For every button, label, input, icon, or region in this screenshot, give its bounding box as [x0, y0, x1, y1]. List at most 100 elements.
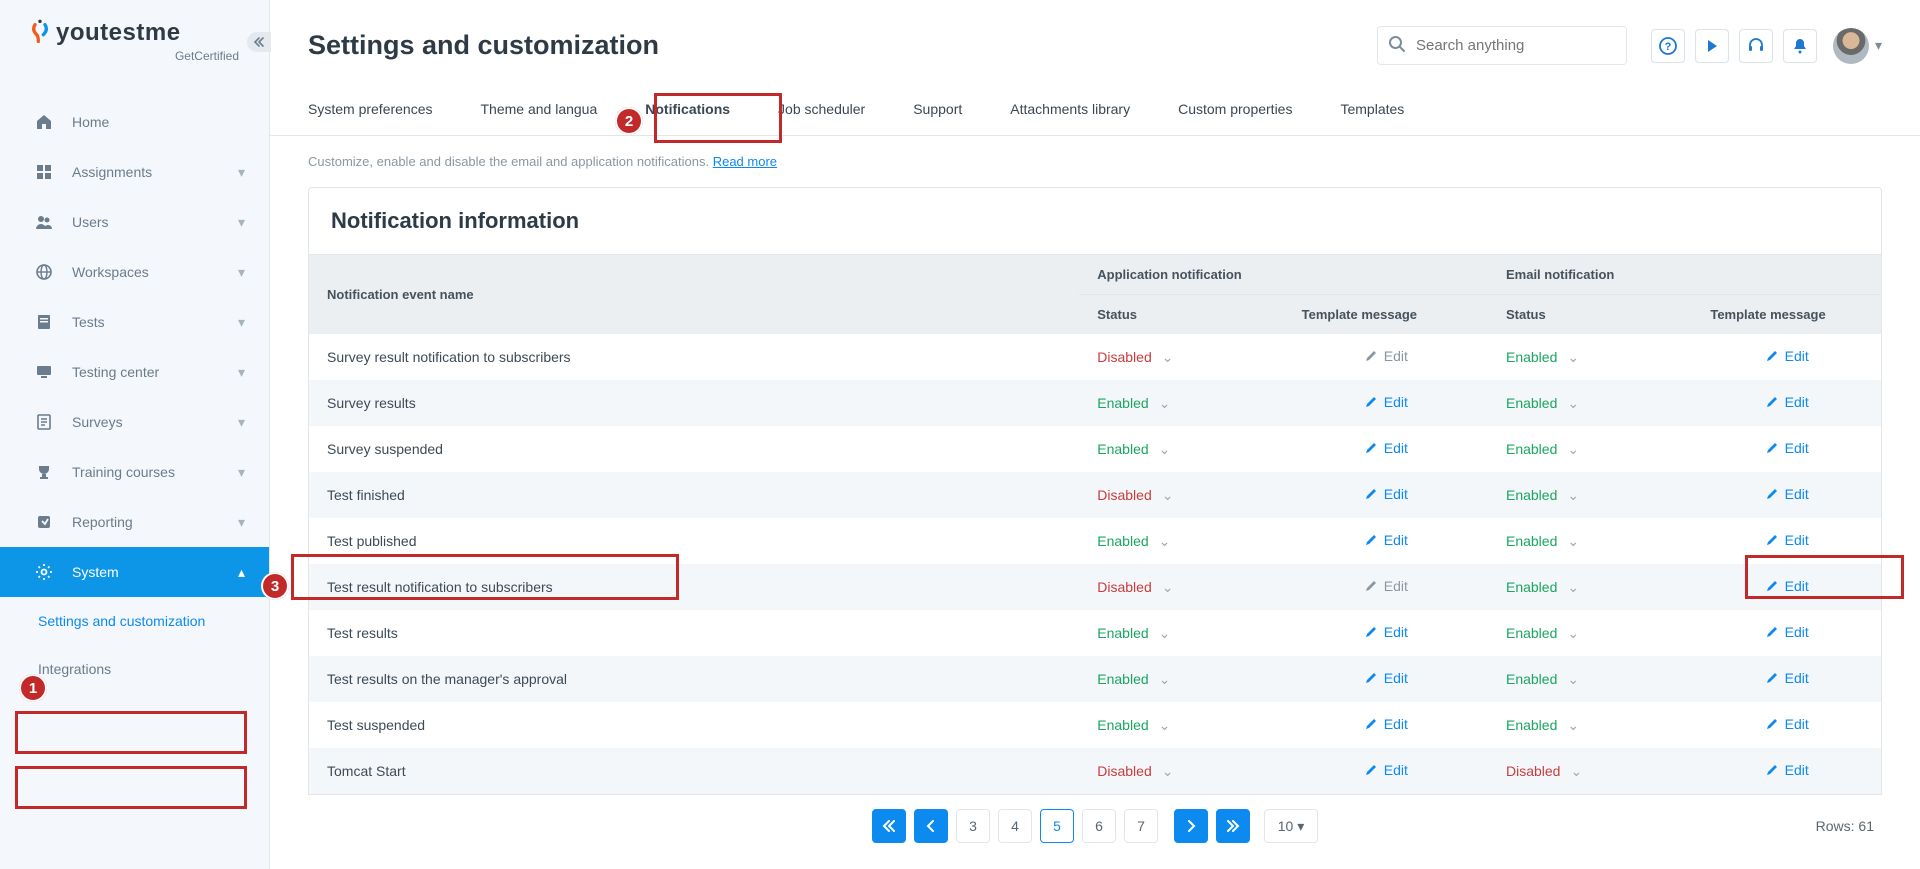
- page-size-select[interactable]: 10 ▾: [1264, 809, 1318, 843]
- app-status-dropdown[interactable]: ⌄: [1159, 717, 1171, 733]
- email-template-edit[interactable]: Edit: [1765, 624, 1809, 640]
- app-status: Enabled: [1097, 441, 1148, 457]
- email-status: Disabled: [1506, 763, 1560, 779]
- page-prev-button[interactable]: [914, 809, 948, 843]
- sidebar-item-assignments[interactable]: Assignments▾: [0, 147, 269, 197]
- sidebar-item-training-courses[interactable]: Training courses▾: [0, 447, 269, 497]
- email-template-edit[interactable]: Edit: [1765, 716, 1809, 732]
- email-status-dropdown[interactable]: ⌄: [1567, 533, 1579, 549]
- email-status-dropdown[interactable]: ⌄: [1567, 349, 1579, 365]
- email-status-dropdown[interactable]: ⌄: [1567, 487, 1579, 503]
- col-app-status: Status: [1079, 295, 1283, 335]
- globe-icon: [34, 263, 54, 281]
- tab-system-preferences[interactable]: System preferences: [308, 87, 433, 135]
- page-number-button[interactable]: 4: [998, 809, 1032, 843]
- tab-job-scheduler[interactable]: Job scheduler: [778, 87, 865, 135]
- app-template-edit[interactable]: Edit: [1364, 394, 1408, 410]
- tab-bar: System preferences Theme and langua Notifi…: [270, 87, 1920, 136]
- email-status-dropdown[interactable]: ⌄: [1570, 763, 1582, 779]
- app-status-dropdown[interactable]: ⌄: [1162, 349, 1174, 365]
- email-template-edit[interactable]: Edit: [1765, 394, 1809, 410]
- chevron-down-icon: ▾: [238, 314, 245, 331]
- sidebar-item-settings-and-customization[interactable]: Settings and customization: [0, 597, 269, 645]
- app-template-edit[interactable]: Edit: [1364, 532, 1408, 548]
- table-row: Tomcat StartDisabled⌄EditDisabled⌄Edit: [309, 748, 1881, 794]
- user-menu-caret[interactable]: ▾: [1875, 37, 1882, 54]
- sidebar-item-testing-center[interactable]: Testing center▾: [0, 347, 269, 397]
- app-status-dropdown[interactable]: ⌄: [1162, 579, 1174, 595]
- user-avatar[interactable]: [1833, 28, 1869, 64]
- monitor-icon: [34, 363, 54, 381]
- app-status: Enabled: [1097, 533, 1148, 549]
- sidebar-item-workspaces[interactable]: Workspaces▾: [0, 247, 269, 297]
- page-number-button[interactable]: 6: [1082, 809, 1116, 843]
- headset-button[interactable]: [1739, 29, 1773, 63]
- email-status-dropdown[interactable]: ⌄: [1567, 625, 1579, 641]
- table-row: Test resultsEnabled⌄EditEnabled⌄Edit: [309, 610, 1881, 656]
- page-number-button[interactable]: 5: [1040, 809, 1074, 843]
- email-template-edit[interactable]: Edit: [1765, 440, 1809, 456]
- email-template-edit[interactable]: Edit: [1765, 348, 1809, 364]
- app-template-edit[interactable]: Edit: [1364, 670, 1408, 686]
- sidebar-item-surveys[interactable]: Surveys▾: [0, 397, 269, 447]
- app-template-edit[interactable]: Edit: [1364, 762, 1408, 778]
- email-template-edit[interactable]: Edit: [1765, 762, 1809, 778]
- app-status-dropdown[interactable]: ⌄: [1162, 487, 1174, 503]
- email-status: Enabled: [1506, 579, 1557, 595]
- app-template-edit[interactable]: Edit: [1364, 716, 1408, 732]
- tab-templates[interactable]: Templates: [1340, 87, 1404, 135]
- email-status: Enabled: [1506, 395, 1557, 411]
- tab-attachments-library[interactable]: Attachments library: [1010, 87, 1130, 135]
- email-template-edit[interactable]: Edit: [1765, 578, 1809, 594]
- sidebar-item-tests[interactable]: Tests▾: [0, 297, 269, 347]
- event-name-cell: Survey result notification to subscriber…: [309, 334, 1079, 380]
- event-name-cell: Test results on the manager's approval: [309, 656, 1079, 702]
- sidebar-item-system[interactable]: System▴: [0, 547, 269, 597]
- event-name-cell: Tomcat Start: [309, 748, 1079, 794]
- email-template-edit[interactable]: Edit: [1765, 532, 1809, 548]
- app-status-dropdown[interactable]: ⌄: [1162, 763, 1174, 779]
- assignments-icon: [34, 163, 54, 181]
- email-status-dropdown[interactable]: ⌄: [1567, 671, 1579, 687]
- notifications-button[interactable]: [1783, 29, 1817, 63]
- annotation-badge-2: 2: [615, 107, 643, 135]
- app-status-dropdown[interactable]: ⌄: [1159, 625, 1171, 641]
- app-template-edit[interactable]: Edit: [1364, 624, 1408, 640]
- home-icon: [34, 113, 54, 131]
- page-number-button[interactable]: 3: [956, 809, 990, 843]
- page-last-button[interactable]: [1216, 809, 1250, 843]
- tab-custom-properties[interactable]: Custom properties: [1178, 87, 1292, 135]
- notification-table: Notification event name Application noti…: [309, 254, 1881, 794]
- read-more-link[interactable]: Read more: [713, 154, 777, 169]
- sidebar-item-reporting[interactable]: Reporting▾: [0, 497, 269, 547]
- app-status-dropdown[interactable]: ⌄: [1159, 533, 1171, 549]
- app-status-dropdown[interactable]: ⌄: [1159, 671, 1171, 687]
- app-template-edit[interactable]: Edit: [1364, 486, 1408, 502]
- page-next-button[interactable]: [1174, 809, 1208, 843]
- sidebar-item-users[interactable]: Users▾: [0, 197, 269, 247]
- chevron-down-icon: ▾: [238, 514, 245, 531]
- play-button[interactable]: [1695, 29, 1729, 63]
- sidebar-item-label: Surveys: [72, 414, 123, 430]
- app-status-dropdown[interactable]: ⌄: [1159, 441, 1171, 457]
- email-template-edit[interactable]: Edit: [1765, 670, 1809, 686]
- event-name-cell: Test published: [309, 518, 1079, 564]
- app-status-dropdown[interactable]: ⌄: [1159, 395, 1171, 411]
- email-status-dropdown[interactable]: ⌄: [1567, 441, 1579, 457]
- tab-notifications[interactable]: Notifications: [645, 87, 730, 135]
- brand-tagline: GetCertified: [30, 49, 239, 63]
- page-first-button[interactable]: [872, 809, 906, 843]
- tab-support[interactable]: Support: [913, 87, 962, 135]
- collapse-sidebar-button[interactable]: [247, 32, 271, 52]
- page-number-button[interactable]: 7: [1124, 809, 1158, 843]
- tab-theme-and-langua[interactable]: Theme and langua: [481, 87, 598, 135]
- search-input[interactable]: [1377, 26, 1627, 65]
- help-button[interactable]: ?: [1651, 29, 1685, 63]
- email-status-dropdown[interactable]: ⌄: [1567, 579, 1579, 595]
- email-status-dropdown[interactable]: ⌄: [1567, 395, 1579, 411]
- sidebar-item-home[interactable]: Home: [0, 97, 269, 147]
- email-template-edit[interactable]: Edit: [1765, 486, 1809, 502]
- panel-title: Notification information: [309, 188, 1881, 254]
- email-status-dropdown[interactable]: ⌄: [1567, 717, 1579, 733]
- app-template-edit[interactable]: Edit: [1364, 440, 1408, 456]
